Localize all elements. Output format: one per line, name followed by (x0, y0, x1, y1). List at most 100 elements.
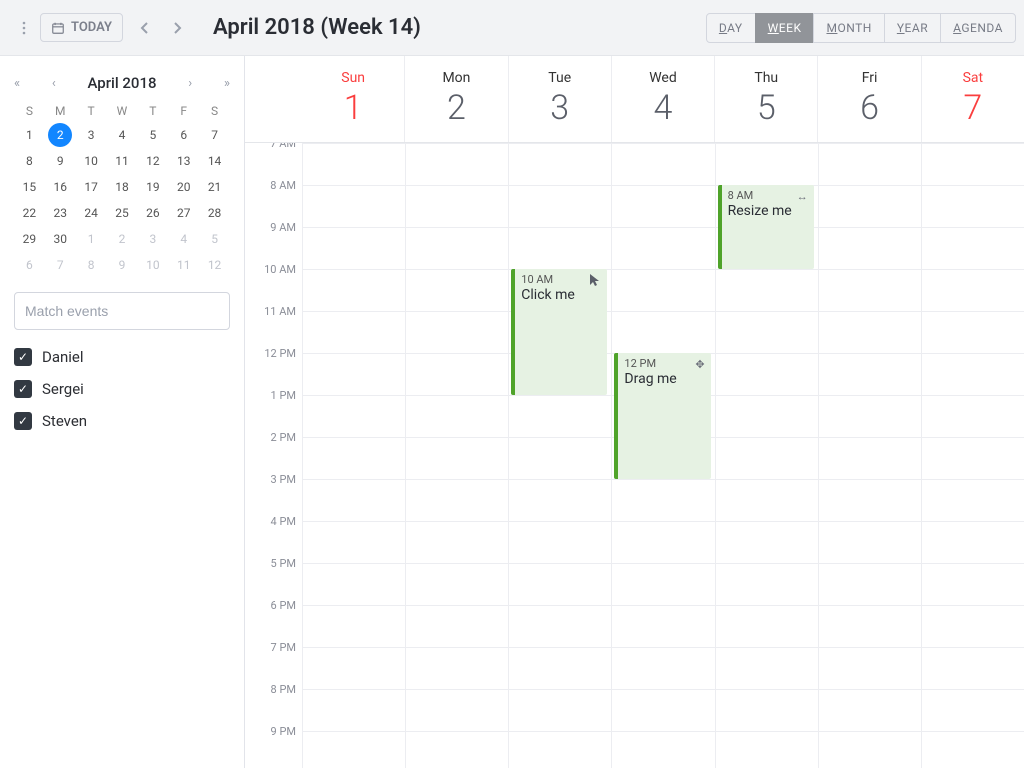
day-header[interactable]: Sun 1 (302, 56, 404, 142)
more-menu-icon[interactable] (8, 12, 40, 44)
mini-day[interactable]: 20 (172, 175, 196, 199)
mini-day[interactable]: 23 (48, 201, 72, 225)
day-col-mon[interactable] (405, 143, 508, 768)
event-title: Click me (521, 287, 601, 303)
dow-label: Tue (509, 70, 611, 86)
dow-number: 1 (302, 88, 404, 128)
day-col-thu[interactable]: 8 AM Resize me ↔ (715, 143, 818, 768)
mini-day[interactable]: 12 (141, 149, 165, 173)
event-click-me[interactable]: 10 AM Click me (511, 269, 607, 395)
day-header[interactable]: Mon2 (404, 56, 507, 142)
mini-day[interactable]: 11 (172, 253, 196, 277)
mini-day[interactable]: 18 (110, 175, 134, 199)
day-col-tue[interactable]: 10 AM Click me (508, 143, 611, 768)
mini-day[interactable]: 9 (110, 253, 134, 277)
mini-prev-month-icon[interactable]: ‹ (52, 76, 56, 91)
checkbox-icon: ✓ (14, 348, 32, 366)
mini-day[interactable]: 13 (172, 149, 196, 173)
day-col-sat[interactable] (921, 143, 1024, 768)
mini-next-month-icon[interactable]: › (188, 76, 192, 91)
day-col-fri[interactable] (818, 143, 921, 768)
mini-day[interactable]: 1 (17, 123, 41, 147)
day-header[interactable]: Tue 3 (508, 56, 611, 142)
mini-day[interactable]: 8 (79, 253, 103, 277)
mini-day[interactable]: 4 (110, 123, 134, 147)
view-week-button[interactable]: WEEK (755, 13, 815, 43)
mini-day[interactable]: 3 (79, 123, 103, 147)
next-period-button[interactable] (161, 12, 193, 44)
dow-label: Wed (612, 70, 714, 86)
prev-period-button[interactable] (129, 12, 161, 44)
time-label: 3 PM (245, 473, 302, 515)
filter-person[interactable]: ✓Daniel (14, 348, 230, 366)
mini-day[interactable]: 15 (17, 175, 41, 199)
mini-day[interactable]: 6 (172, 123, 196, 147)
day-header[interactable]: Wed4 (611, 56, 714, 142)
event-resize-me[interactable]: 8 AM Resize me ↔ (718, 185, 814, 269)
mini-day[interactable]: 8 (17, 149, 41, 173)
mini-day[interactable]: 10 (141, 253, 165, 277)
view-agenda-button[interactable]: AGENDA (940, 13, 1016, 43)
mini-calendar-grid: SMTWTFS (14, 100, 230, 122)
mini-day[interactable]: 30 (48, 227, 72, 251)
view-month-button[interactable]: MONTH (813, 13, 884, 43)
mini-day[interactable]: 19 (141, 175, 165, 199)
mini-day[interactable]: 9 (48, 149, 72, 173)
day-header[interactable]: Fri6 (817, 56, 920, 142)
day-header[interactable]: Sat7 (921, 56, 1024, 142)
dow-label: Sun (302, 70, 404, 86)
mini-day[interactable]: 24 (79, 201, 103, 225)
dow-label: Thu (715, 70, 817, 86)
filter-person[interactable]: ✓Steven (14, 412, 230, 430)
time-label: 12 PM (245, 347, 302, 389)
mini-day[interactable]: 6 (17, 253, 41, 277)
filter-person[interactable]: ✓Sergei (14, 380, 230, 398)
dow-number: 5 (715, 88, 817, 128)
day-col-wed[interactable]: 12 PM Drag me ✥ (611, 143, 714, 768)
mini-day[interactable]: 16 (48, 175, 72, 199)
mini-day[interactable]: 21 (203, 175, 227, 199)
mini-day[interactable]: 3 (141, 227, 165, 251)
search-input[interactable] (14, 292, 230, 330)
mini-day[interactable]: 10 (79, 149, 103, 173)
mini-day[interactable]: 4 (172, 227, 196, 251)
event-time: 8 AM (728, 189, 808, 202)
dow-label: Fri (818, 70, 920, 86)
mini-day[interactable]: 29 (17, 227, 41, 251)
view-year-button[interactable]: YEAR (884, 13, 941, 43)
mini-day[interactable]: 5 (203, 227, 227, 251)
mini-day[interactable]: 22 (17, 201, 41, 225)
time-label: 1 PM (245, 389, 302, 431)
mini-day[interactable]: 1 (79, 227, 103, 251)
mini-next-year-icon[interactable]: » (224, 76, 230, 91)
dow-number: 7 (922, 88, 1024, 128)
time-label: 2 PM (245, 431, 302, 473)
time-label: 8 PM (245, 683, 302, 725)
mini-day[interactable]: 2 (110, 227, 134, 251)
event-drag-me[interactable]: 12 PM Drag me ✥ (614, 353, 710, 479)
dow-number: 3 (509, 88, 611, 128)
day-header[interactable]: Thu 5 (714, 56, 817, 142)
today-button[interactable]: TODAY (40, 13, 123, 42)
mini-day[interactable]: 11 (110, 149, 134, 173)
mini-day[interactable]: 12 (203, 253, 227, 277)
mini-calendar-title: April 2018 (87, 74, 156, 92)
mini-day[interactable]: 28 (203, 201, 227, 225)
day-col-sun[interactable] (302, 143, 405, 768)
mini-day[interactable]: 7 (48, 253, 72, 277)
time-label: 6 PM (245, 599, 302, 641)
mini-day[interactable]: 25 (110, 201, 134, 225)
mini-day[interactable]: 26 (141, 201, 165, 225)
time-label: 9 PM (245, 725, 302, 767)
filter-label: Sergei (42, 380, 84, 398)
mini-day[interactable]: 27 (172, 201, 196, 225)
mini-day[interactable]: 7 (203, 123, 227, 147)
mini-day[interactable]: 17 (79, 175, 103, 199)
mini-day[interactable]: 14 (203, 149, 227, 173)
mini-day[interactable]: 5 (141, 123, 165, 147)
mini-dow: F (168, 100, 199, 122)
dow-number: 2 (405, 88, 507, 128)
mini-day[interactable]: 2 (48, 123, 72, 147)
mini-prev-year-icon[interactable]: « (14, 76, 20, 91)
view-day-button[interactable]: DAY (706, 13, 756, 43)
